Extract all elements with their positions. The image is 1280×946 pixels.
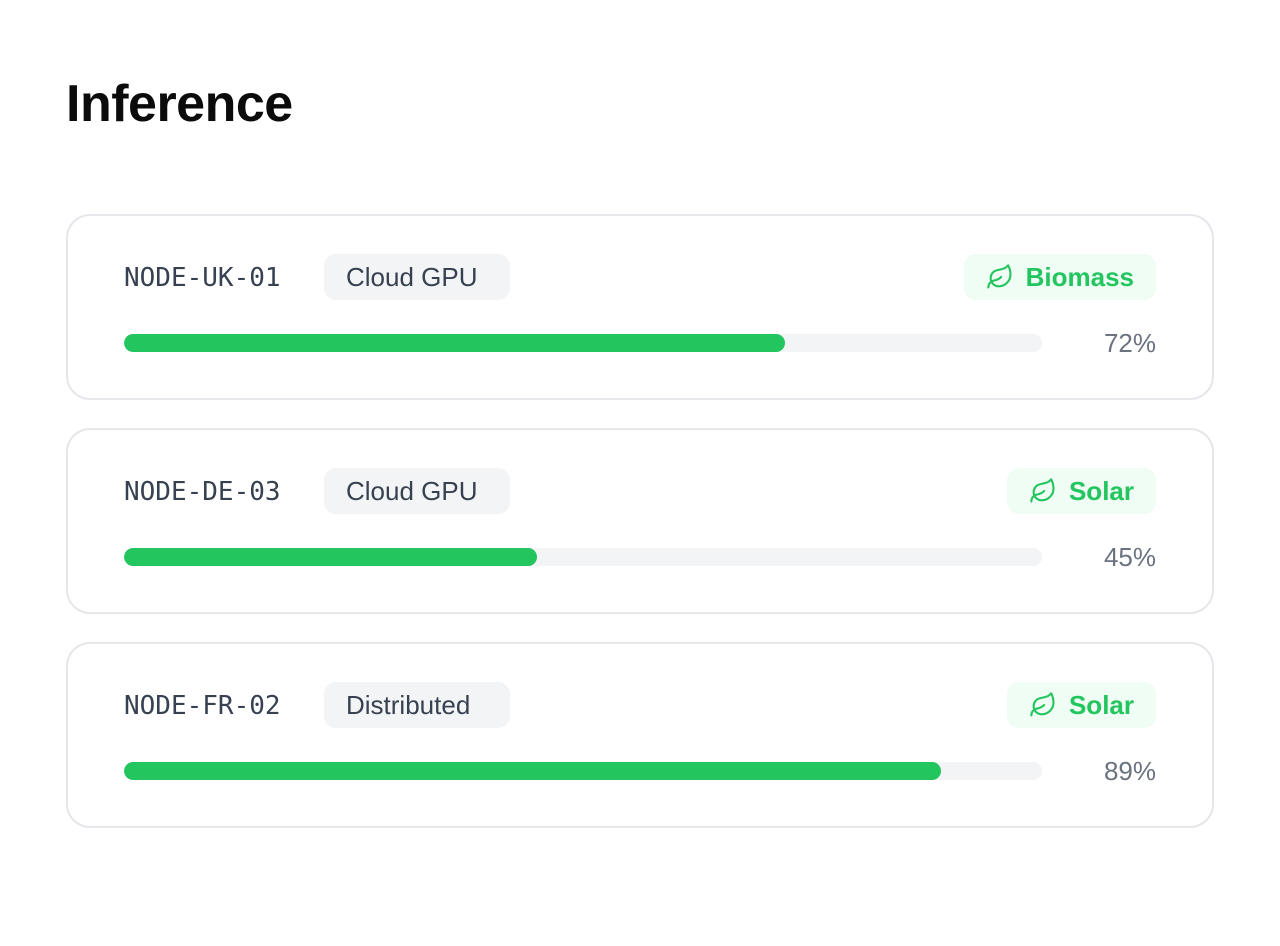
utilization-bar-fill <box>124 548 538 566</box>
leaf-icon <box>1029 691 1057 719</box>
page-title: Inference <box>66 75 293 133</box>
node-card[interactable]: NODE-FR-02 Distributed Solar 89% <box>66 642 1214 828</box>
node-card[interactable]: NODE-DE-03 Cloud GPU Solar 45% <box>66 428 1214 614</box>
utilization-value: 72% <box>1103 328 1156 358</box>
energy-source-badge: Solar <box>1006 682 1156 728</box>
node-card[interactable]: NODE-UK-01 Cloud GPU Biomass 72% <box>66 214 1214 400</box>
leaf-icon <box>986 263 1014 291</box>
utilization-bar-track <box>124 334 1042 352</box>
energy-source-label: Solar <box>1068 476 1134 506</box>
node-type-chip: Distributed <box>324 682 510 728</box>
node-type-chip: Cloud GPU <box>324 254 510 300</box>
node-list: NODE-UK-01 Cloud GPU Biomass 72% NODE-DE… <box>66 214 1214 856</box>
utilization-value: 89% <box>1103 756 1156 786</box>
utilization-bar-track <box>124 548 1042 566</box>
utilization-bar-fill <box>124 762 942 780</box>
energy-source-badge: Biomass <box>963 254 1156 300</box>
node-id: NODE-DE-03 <box>124 477 281 507</box>
utilization-value: 45% <box>1103 542 1156 572</box>
energy-source-badge: Solar <box>1006 468 1156 514</box>
leaf-icon <box>1029 477 1057 505</box>
node-id: NODE-FR-02 <box>124 691 281 721</box>
node-id: NODE-UK-01 <box>124 263 281 293</box>
energy-source-label: Biomass <box>1025 262 1134 292</box>
node-type-chip: Cloud GPU <box>324 468 510 514</box>
utilization-bar-track <box>124 762 1042 780</box>
energy-source-label: Solar <box>1068 690 1134 720</box>
utilization-bar-fill <box>124 334 785 352</box>
